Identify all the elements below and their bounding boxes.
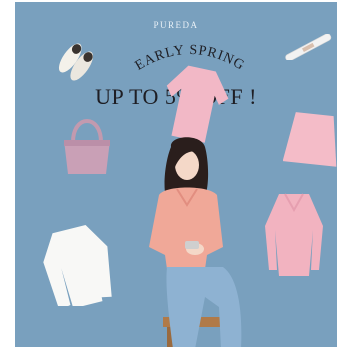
loafers-image xyxy=(58,43,94,81)
promo-banner[interactable]: PUREDA EARLY SPRING UP TO 5% OFF ! xyxy=(15,2,337,347)
model-photo xyxy=(149,137,242,347)
hair-clip-image xyxy=(285,34,332,60)
pink-knit-top-image xyxy=(166,65,229,143)
shoulder-bag-image xyxy=(64,119,110,174)
white-blouse-image xyxy=(43,224,112,306)
pink-mini-skirt-image xyxy=(283,112,337,167)
brand-logo: PUREDA xyxy=(153,20,199,30)
pink-collar-sweater-image xyxy=(265,193,323,276)
